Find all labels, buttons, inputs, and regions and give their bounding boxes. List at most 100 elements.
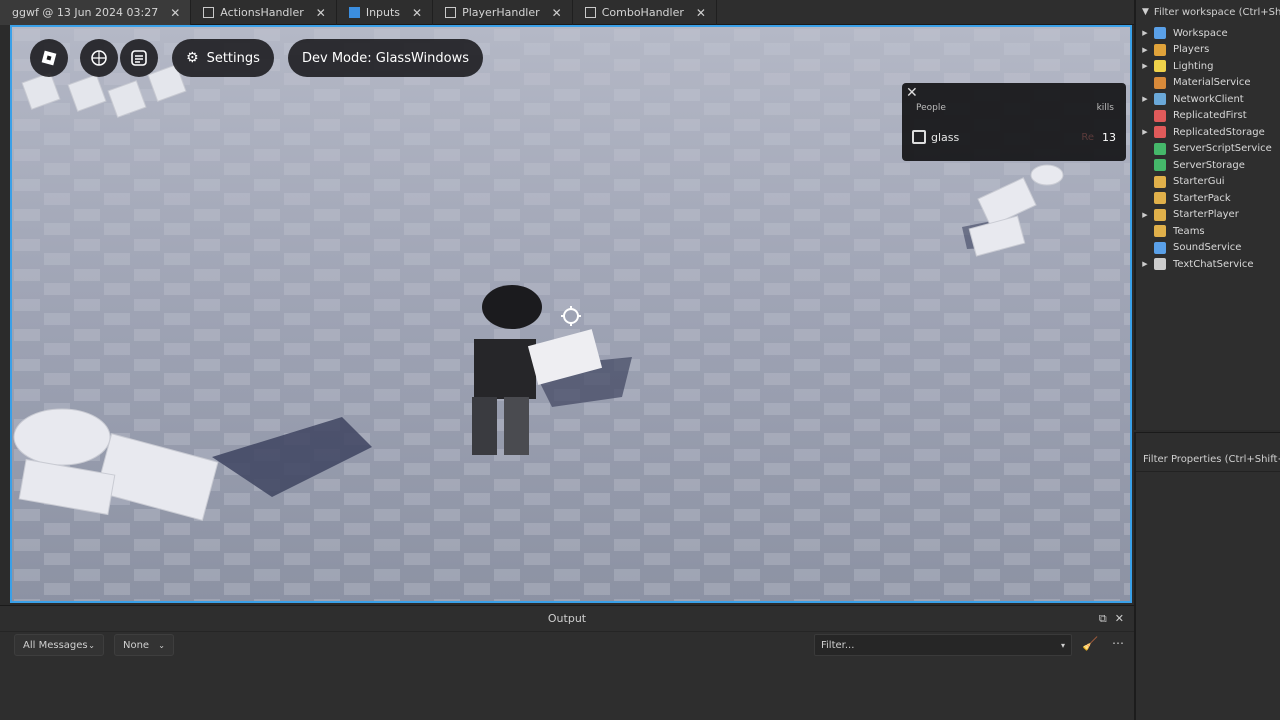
- explorer-item-label: ServerStorage: [1173, 159, 1245, 171]
- game-viewport[interactable]: ⚙ Settings Dev Mode: GlassWindows ✕ Peop…: [10, 25, 1132, 603]
- dev-mode-label: Dev Mode: GlassWindows: [302, 50, 469, 66]
- editor-tab[interactable]: ggwf @ 13 Jun 2024 03:27 ✕: [0, 0, 192, 25]
- explorer-item[interactable]: ▶ ReplicatedStorage: [1136, 124, 1280, 141]
- explorer-item[interactable]: ServerStorage: [1136, 157, 1280, 174]
- context-filter-dropdown[interactable]: None ⌄: [114, 634, 174, 656]
- premium-badge-icon: [912, 130, 926, 144]
- editor-tab-label: ComboHandler: [601, 6, 684, 19]
- service-icon: [1154, 43, 1166, 56]
- explorer-item[interactable]: ▶ TextChatService: [1136, 256, 1280, 273]
- expand-arrow-icon[interactable]: ▶: [1136, 211, 1154, 219]
- cube-icon: [91, 50, 107, 66]
- output-filter-input[interactable]: Filter... ▾: [814, 634, 1072, 656]
- leaderboard-row[interactable]: glass Re 13: [912, 125, 1116, 149]
- editor-tab[interactable]: Inputs ✕: [337, 0, 434, 25]
- service-icon: [1154, 208, 1166, 221]
- dev-mode-button[interactable]: Dev Mode: GlassWindows: [288, 39, 483, 77]
- editor-tab-label: PlayerHandler: [462, 6, 540, 19]
- script-icon: [584, 7, 596, 18]
- settings-label: Settings: [206, 50, 260, 66]
- leaderboard-ghost-text: Re: [1081, 131, 1094, 143]
- crosshair-icon: [561, 306, 581, 326]
- messages-filter-value: All Messages: [23, 639, 88, 651]
- editor-tab[interactable]: ActionsHandler ✕: [191, 0, 337, 25]
- editor-tab[interactable]: ComboHandler ✕: [573, 0, 717, 25]
- close-icon[interactable]: ✕: [906, 85, 918, 101]
- explorer-item[interactable]: MaterialService: [1136, 75, 1280, 92]
- explorer-item[interactable]: Teams: [1136, 223, 1280, 240]
- settings-button[interactable]: ⚙ Settings: [172, 39, 274, 77]
- roblox-logo-icon: [41, 50, 57, 66]
- explorer-item-label: StarterGui: [1173, 176, 1225, 188]
- explorer-item[interactable]: StarterGui: [1136, 174, 1280, 191]
- editor-tab-label: Inputs: [365, 6, 401, 19]
- service-icon: [1154, 175, 1166, 188]
- close-icon[interactable]: ✕: [1115, 612, 1124, 626]
- explorer-item[interactable]: ServerScriptService: [1136, 141, 1280, 158]
- service-icon: [1154, 126, 1166, 139]
- output-title: Output: [547, 612, 587, 625]
- service-icon: [1154, 109, 1166, 122]
- expand-arrow-icon[interactable]: ▶: [1136, 46, 1154, 54]
- explorer-item[interactable]: ▶ Lighting: [1136, 58, 1280, 75]
- close-tab-icon[interactable]: ✕: [170, 6, 180, 20]
- explorer-item-label: Lighting: [1173, 60, 1214, 72]
- editor-tab[interactable]: PlayerHandler ✕: [433, 0, 573, 25]
- script-icon: [445, 7, 457, 18]
- output-filter-placeholder: Filter...: [821, 639, 855, 651]
- explorer-item-label: TextChatService: [1173, 258, 1254, 270]
- leaderboard-col-kills: kills: [1096, 103, 1114, 113]
- explorer-item[interactable]: ▶ Workspace: [1136, 25, 1280, 42]
- service-icon: [1154, 258, 1166, 271]
- explorer-item[interactable]: ▶ NetworkClient: [1136, 91, 1280, 108]
- gear-icon: ⚙: [186, 50, 199, 66]
- module-script-icon: [348, 7, 360, 18]
- explorer-item-label: Players: [1173, 44, 1210, 56]
- filter-icon: ▼: [1142, 7, 1149, 17]
- explorer-item[interactable]: StarterPack: [1136, 190, 1280, 207]
- explorer-item[interactable]: SoundService: [1136, 240, 1280, 257]
- explorer-item-label: Teams: [1173, 225, 1205, 237]
- expand-arrow-icon[interactable]: ▶: [1136, 95, 1154, 103]
- explorer-filter[interactable]: ▼ Filter workspace (Ctrl+Shift+X): [1136, 0, 1280, 24]
- service-icon: [1154, 27, 1166, 40]
- output-title-bar: Output ⧉ ✕: [0, 606, 1134, 632]
- explorer-item[interactable]: ▶ StarterPlayer: [1136, 207, 1280, 224]
- explorer-item-label: ReplicatedStorage: [1173, 126, 1265, 138]
- chat-button[interactable]: [120, 39, 158, 77]
- roblox-menu-button[interactable]: [30, 39, 68, 77]
- clear-output-icon[interactable]: 🧹: [1082, 637, 1098, 652]
- close-tab-icon[interactable]: ✕: [412, 6, 422, 20]
- expand-arrow-icon[interactable]: ▶: [1136, 128, 1154, 136]
- properties-filter[interactable]: Filter Properties (Ctrl+Shift+P): [1136, 448, 1280, 472]
- more-options-icon[interactable]: ⋯: [1112, 636, 1124, 650]
- camera-selfview-button[interactable]: [80, 39, 118, 77]
- undock-icon[interactable]: ⧉: [1099, 612, 1107, 626]
- expand-arrow-icon[interactable]: ▶: [1136, 260, 1154, 268]
- explorer-item-label: StarterPlayer: [1173, 209, 1239, 221]
- explorer-item-label: MaterialService: [1173, 77, 1251, 89]
- explorer-item-label: NetworkClient: [1173, 93, 1244, 105]
- editor-tab-label: ActionsHandler: [220, 6, 304, 19]
- script-icon: [203, 7, 215, 18]
- service-icon: [1154, 93, 1166, 106]
- editor-tab-bar: ggwf @ 13 Jun 2024 03:27 ✕ ActionsHandler ✕…: [0, 0, 1134, 25]
- leaderboard-col-people: People: [916, 103, 946, 113]
- explorer-panel: ▼ Filter workspace (Ctrl+Shift+X) ▶ Works…: [1134, 0, 1280, 430]
- explorer-item[interactable]: ReplicatedFirst: [1136, 108, 1280, 125]
- expand-arrow-icon[interactable]: ▶: [1136, 62, 1154, 70]
- output-panel: Output ⧉ ✕ All Messages ⌄ None ⌄ Filter.…: [0, 605, 1134, 720]
- expand-arrow-icon[interactable]: ▶: [1136, 29, 1154, 37]
- leaderboard-kills-value: 13: [1102, 130, 1116, 144]
- service-icon: [1154, 60, 1166, 73]
- editor-tab-label: ggwf @ 13 Jun 2024 03:27: [12, 6, 159, 19]
- chat-icon: [131, 50, 147, 66]
- messages-filter-dropdown[interactable]: All Messages ⌄: [14, 634, 104, 656]
- explorer-item[interactable]: ▶ Players: [1136, 42, 1280, 59]
- service-icon: [1154, 76, 1166, 89]
- close-tab-icon[interactable]: ✕: [696, 6, 706, 20]
- service-icon: [1154, 142, 1166, 155]
- close-tab-icon[interactable]: ✕: [316, 6, 326, 20]
- leaderboard: ✕ People kills glass Re 13: [902, 83, 1126, 161]
- close-tab-icon[interactable]: ✕: [552, 6, 562, 20]
